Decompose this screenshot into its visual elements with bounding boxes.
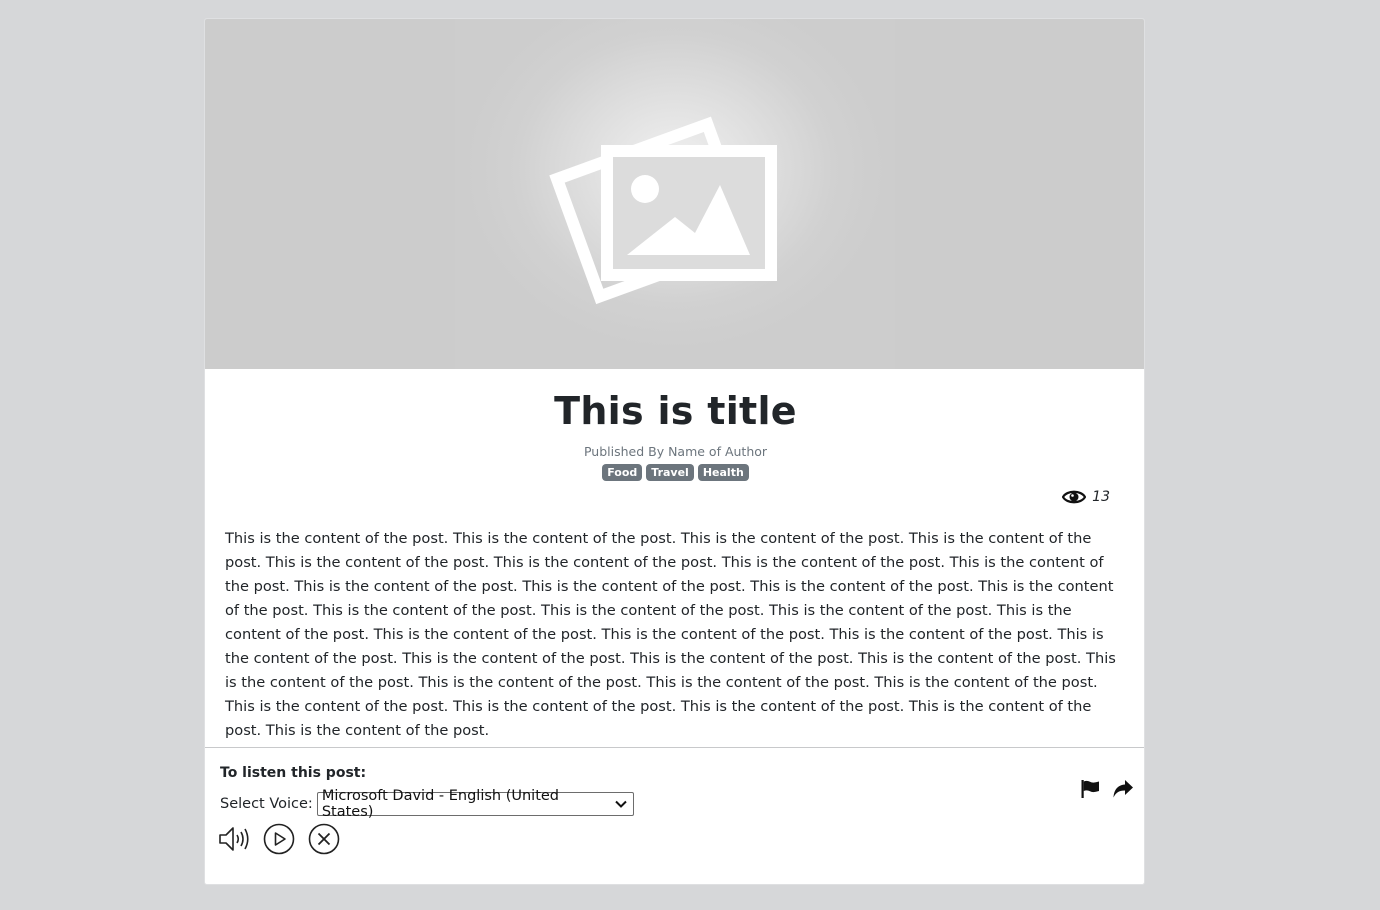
tag-travel[interactable]: Travel: [646, 464, 694, 481]
chevron-down-icon: [615, 800, 627, 808]
eye-icon: [1062, 490, 1087, 504]
post-image: [205, 19, 1144, 369]
voice-select-value: Microsoft David - English (United States…: [321, 788, 560, 820]
divider: [205, 747, 1144, 748]
share-icon[interactable]: [1112, 779, 1134, 799]
tag-food[interactable]: Food: [602, 464, 643, 481]
voice-select-label: Select Voice:: [220, 796, 313, 812]
close-icon[interactable]: [308, 823, 340, 855]
voice-select[interactable]: Microsoft David - English (United States…: [316, 788, 634, 820]
view-counter: 13: [1062, 488, 1110, 506]
play-icon[interactable]: [263, 823, 295, 855]
flag-icon[interactable]: [1080, 779, 1100, 799]
tag-list: Food Travel Health: [205, 464, 1144, 481]
view-count: 13: [1092, 489, 1110, 505]
voice-select-row: Select Voice: Microsoft David - English …: [220, 788, 634, 820]
image-placeholder-icon: [549, 116, 777, 305]
post-actions: [1080, 779, 1134, 799]
audio-controls: [218, 823, 340, 855]
tag-health[interactable]: Health: [697, 464, 749, 481]
speaker-icon[interactable]: [218, 825, 250, 853]
post-card: This is title Published By Name of Autho…: [204, 18, 1145, 885]
post-byline: Published By Name of Author: [583, 444, 768, 459]
post-title: This is title: [554, 389, 797, 433]
post-content: This is the content of the post. This is…: [225, 530, 1116, 739]
listen-heading: To listen this post:: [220, 765, 367, 781]
